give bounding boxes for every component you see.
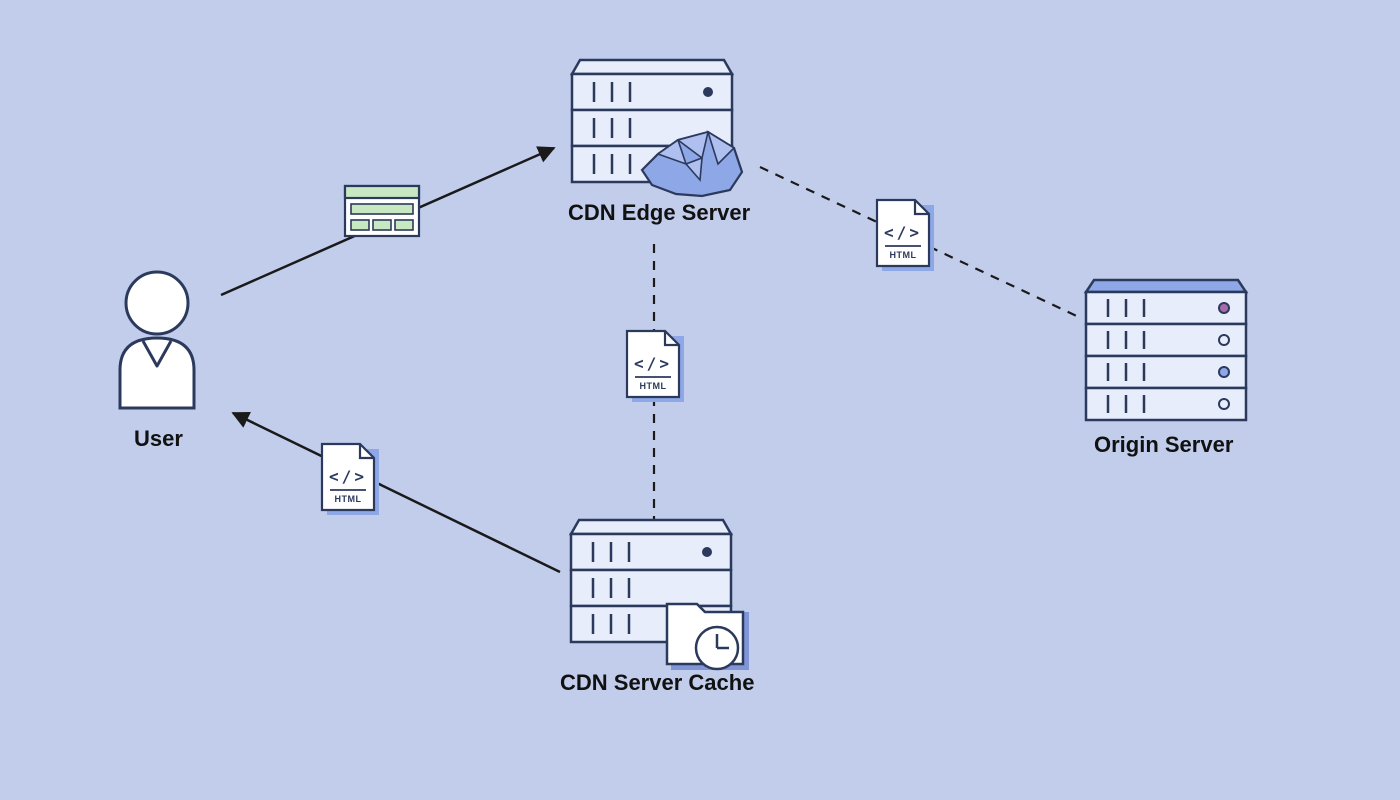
html-file-icon: </> HTML <box>322 444 379 515</box>
html-badge: HTML <box>335 494 362 504</box>
html-file-icon: </> HTML <box>877 200 934 271</box>
origin-server-icon <box>1086 280 1246 420</box>
cdn-server-cache-icon <box>571 520 749 670</box>
cdn-edge-server-label: CDN Edge Server <box>568 200 750 226</box>
html-badge: HTML <box>890 250 917 260</box>
cdn-server-cache-label: CDN Server Cache <box>560 670 754 696</box>
html-badge: HTML <box>640 381 667 391</box>
code-symbol: </> <box>884 223 922 242</box>
html-file-icon: </> HTML <box>627 331 684 402</box>
cdn-edge-server-icon <box>572 60 742 196</box>
edge-cache-to-user <box>233 413 560 572</box>
user-label: User <box>134 426 183 452</box>
origin-server-label: Origin Server <box>1094 432 1233 458</box>
user-icon <box>120 272 194 408</box>
code-symbol: </> <box>329 467 367 486</box>
folder-clock-icon <box>667 604 749 670</box>
browser-window-icon <box>345 186 419 236</box>
code-symbol: </> <box>634 354 672 373</box>
